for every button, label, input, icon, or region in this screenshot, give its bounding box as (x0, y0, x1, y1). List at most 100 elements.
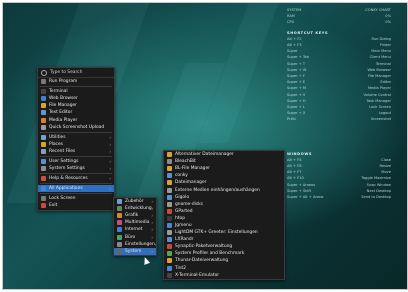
menu-item-utilities[interactable]: Utilities › (38, 134, 114, 141)
menu-item-label: User Settings (49, 158, 79, 164)
menu-item-zubeho-r[interactable]: Zubehör › (114, 198, 156, 205)
chevron-right-icon: › (151, 220, 153, 226)
menu-item-bleachbit[interactable]: BleachBit (164, 158, 284, 165)
menu-item-tint2[interactable]: Tint2 (164, 265, 284, 272)
all-applications-submenu: Zubehör › Entwicklung › Grafik › Multimedia › In… (113, 197, 157, 256)
menu-item-label: gnome-disks (175, 201, 203, 207)
menu-item-label: Externe Medien einhängen/aushängen (175, 187, 260, 193)
menu-item-grafik[interactable]: Grafik › (114, 212, 156, 219)
menu-item-alternativer-dateimanager[interactable]: Alternativer Dateimanager (164, 151, 284, 158)
multimedia-icon (117, 220, 122, 226)
chevron-right-icon: › (109, 186, 111, 192)
menu-separator (40, 193, 112, 195)
menu-item-label: Quick Screenshot Upload (49, 124, 105, 130)
menu-item-all-applications[interactable]: All Applications › (38, 185, 114, 193)
menu-item-lock-screen[interactable]: Lock Screen (38, 195, 114, 202)
display-icon (167, 237, 172, 243)
menu-item-label: Grafik (125, 213, 139, 219)
menu-item-conky[interactable]: conky (164, 172, 284, 179)
menu-item-label: Büro (125, 234, 136, 240)
menu-item-jgmenu[interactable]: Jgmenu (164, 222, 284, 229)
menu-separator (40, 173, 112, 175)
utilities-icon (41, 134, 46, 140)
thunar-icon (167, 258, 172, 264)
menu-item-label: BL-File Manager (175, 166, 210, 172)
menu-item-label: Gigolo (175, 194, 190, 200)
menu-item-recent-files[interactable]: Recent Files › (38, 148, 114, 155)
chevron-right-icon: › (109, 148, 111, 154)
chevron-right-icon: › (151, 213, 153, 219)
menu-item-quick-screenshot-upload[interactable]: Quick Screenshot Upload (38, 124, 114, 131)
internet-icon (117, 227, 122, 233)
menu-item-system-settings[interactable]: System Settings › (38, 165, 114, 172)
synaptic-icon (167, 244, 172, 250)
mouse-cursor-icon (141, 256, 151, 265)
menu-item-thunar-dateiverwaltung[interactable]: Thunar-Dateiverwaltung (164, 257, 284, 264)
menu-item-bl-file-manager[interactable]: BL-File Manager (164, 165, 284, 172)
menu-item-system-profiler-and-benchmark[interactable]: System Profiler and Benchmark (164, 250, 284, 257)
menu-item-terminal[interactable]: Terminal (38, 88, 114, 95)
jgmenu-icon (167, 222, 172, 228)
system-icon (117, 248, 122, 254)
graphics-icon (117, 213, 122, 219)
menu-item-user-settings[interactable]: User Settings › (38, 158, 114, 165)
menu-item-file-manager[interactable]: File Manager (38, 102, 114, 109)
help-icon (41, 176, 46, 182)
menu-item-gnome-disks[interactable]: gnome-disks (164, 201, 284, 208)
menu-item-einstellungen[interactable]: Einstellungen › (114, 241, 156, 248)
chevron-right-icon: › (109, 176, 111, 182)
drive-icon (167, 187, 172, 193)
menu-item-media-player[interactable]: Media Player (38, 116, 114, 123)
chevron-right-icon: › (151, 248, 153, 254)
menu-item-label: Lock Screen (49, 196, 76, 202)
menu-item-label: Terminal (49, 89, 68, 95)
menu-separator (40, 86, 112, 88)
menu-item-label: htop (175, 215, 185, 221)
menu-item-x-terminal-emulator[interactable]: X-Terminal-Emulator (164, 272, 284, 279)
menu-item-lxrandr[interactable]: LXRandr (164, 236, 284, 243)
menu-item-synaptic-paketverwaltung[interactable]: Synaptic-Paketverwaltung (164, 243, 284, 250)
menu-item-dateimanager[interactable]: Dateimanager (164, 179, 284, 186)
conky-widget: SYSTEM CONKY CHART RAM 0% CPU 0% SHORTCUT KEY… (287, 7, 391, 200)
menu-item-run-program[interactable]: Run Program (38, 78, 114, 85)
menu-item-places[interactable]: Places › (38, 141, 114, 148)
menu-item-entwicklung[interactable]: Entwicklung › (114, 205, 156, 212)
menu-item-gparted[interactable]: GParted (164, 208, 284, 215)
user-settings-icon (41, 158, 46, 164)
menu-item-web-browser[interactable]: Web Browser (38, 95, 114, 102)
menu-item-label: Multimedia (125, 220, 150, 226)
menu-item-text-editor[interactable]: Text Editor (38, 109, 114, 116)
menu-item-label: System Profiler and Benchmark (175, 251, 245, 257)
menu-item-externe-medien-einha-ngen-ausha-ngen[interactable]: Externe Medien einhängen/aushängen (164, 186, 284, 193)
menu-item-htop[interactable]: htop (164, 215, 284, 222)
folder-icon (41, 103, 46, 109)
menu-item-label: System Settings (49, 166, 85, 172)
menu-item-label: GParted (175, 208, 193, 214)
chevron-right-icon: › (109, 134, 111, 140)
chevron-right-icon: › (151, 234, 153, 240)
run-icon (41, 79, 46, 85)
menu-item-multimedia[interactable]: Multimedia › (114, 219, 156, 226)
chevron-right-icon: › (151, 227, 153, 233)
menu-item-label: Media Player (49, 117, 78, 123)
menu-item-gigolo[interactable]: Gigolo (164, 194, 284, 201)
exit-icon (41, 203, 46, 209)
places-icon (41, 141, 46, 147)
menu-item-label: Text Editor (49, 110, 73, 116)
menu-item-system[interactable]: System › (114, 247, 156, 255)
menu-item-label: X-Terminal-Emulator (175, 272, 220, 278)
system-submenu: Alternativer Dateimanager BleachBit BL-Fil… (163, 150, 285, 280)
menu-item-label: Run Program (49, 79, 78, 85)
menu-item-label: Exit (49, 203, 58, 209)
menu-separator (40, 183, 112, 185)
menu-item-label: Thunar-Dateiverwaltung (175, 258, 229, 264)
terminal-icon (167, 272, 172, 278)
chevron-right-icon: › (109, 141, 111, 147)
menu-item-help-resources[interactable]: Help & Resources › (38, 175, 114, 182)
menu-item-internet[interactable]: Internet › (114, 226, 156, 233)
menu-item-exit[interactable]: Exit (38, 202, 114, 209)
menu-item-bu-ro[interactable]: Büro › (114, 233, 156, 240)
menu-item-lightdm-gtk-greeter-einstellungen[interactable]: LightDM GTK+ Greeter: Einstellungen (164, 229, 284, 236)
search-field[interactable]: Type to Search (38, 68, 114, 78)
menu-item-label: System (125, 248, 142, 254)
